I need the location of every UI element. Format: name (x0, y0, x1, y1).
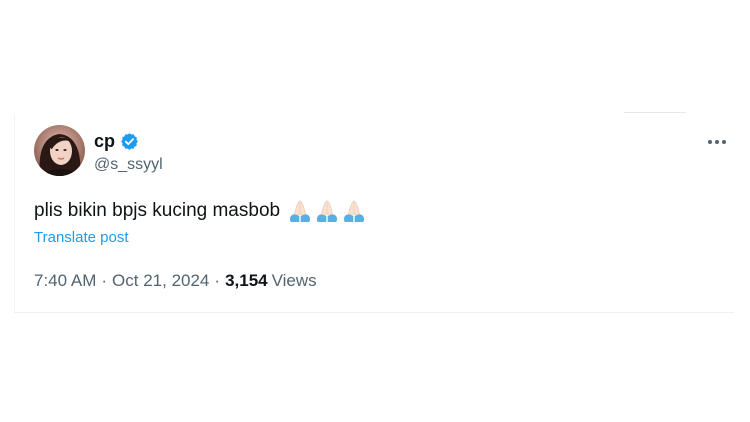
tweet-time[interactable]: 7:40 AM (34, 270, 96, 292)
author-handle[interactable]: @s_ssyyl (94, 155, 163, 175)
emoji-group (287, 198, 367, 224)
avatar[interactable] (34, 125, 85, 176)
more-horizontal-icon[interactable] (707, 134, 727, 144)
bottom-divider (14, 312, 734, 313)
tweet-body: plis bikin bpjs kucing masbob (34, 198, 367, 224)
avatar-photo (34, 125, 85, 176)
top-divider (624, 112, 686, 113)
tweet-meta: 7:40 AM · Oct 21, 2024 · 3,154 Views (34, 270, 317, 292)
views-count: 3,154 (225, 271, 268, 290)
views-label: Views (271, 271, 317, 290)
pray-icon (314, 198, 340, 224)
pray-icon (287, 198, 313, 224)
verified-badge-icon (120, 132, 139, 151)
display-name[interactable]: cp (94, 130, 115, 152)
meta-separator: · (214, 271, 221, 290)
card-left-edge (14, 114, 15, 312)
tweet-card: cp @s_ssyyl plis bikin bpjs kucing masbo… (14, 112, 734, 314)
tweet-date[interactable]: Oct 21, 2024 (112, 270, 209, 292)
pray-icon (341, 198, 367, 224)
translate-post-link[interactable]: Translate post (34, 229, 129, 247)
tweet-text: plis bikin bpjs kucing masbob (34, 200, 281, 221)
author-name-row[interactable]: cp (94, 130, 139, 152)
meta-separator: · (101, 271, 108, 290)
